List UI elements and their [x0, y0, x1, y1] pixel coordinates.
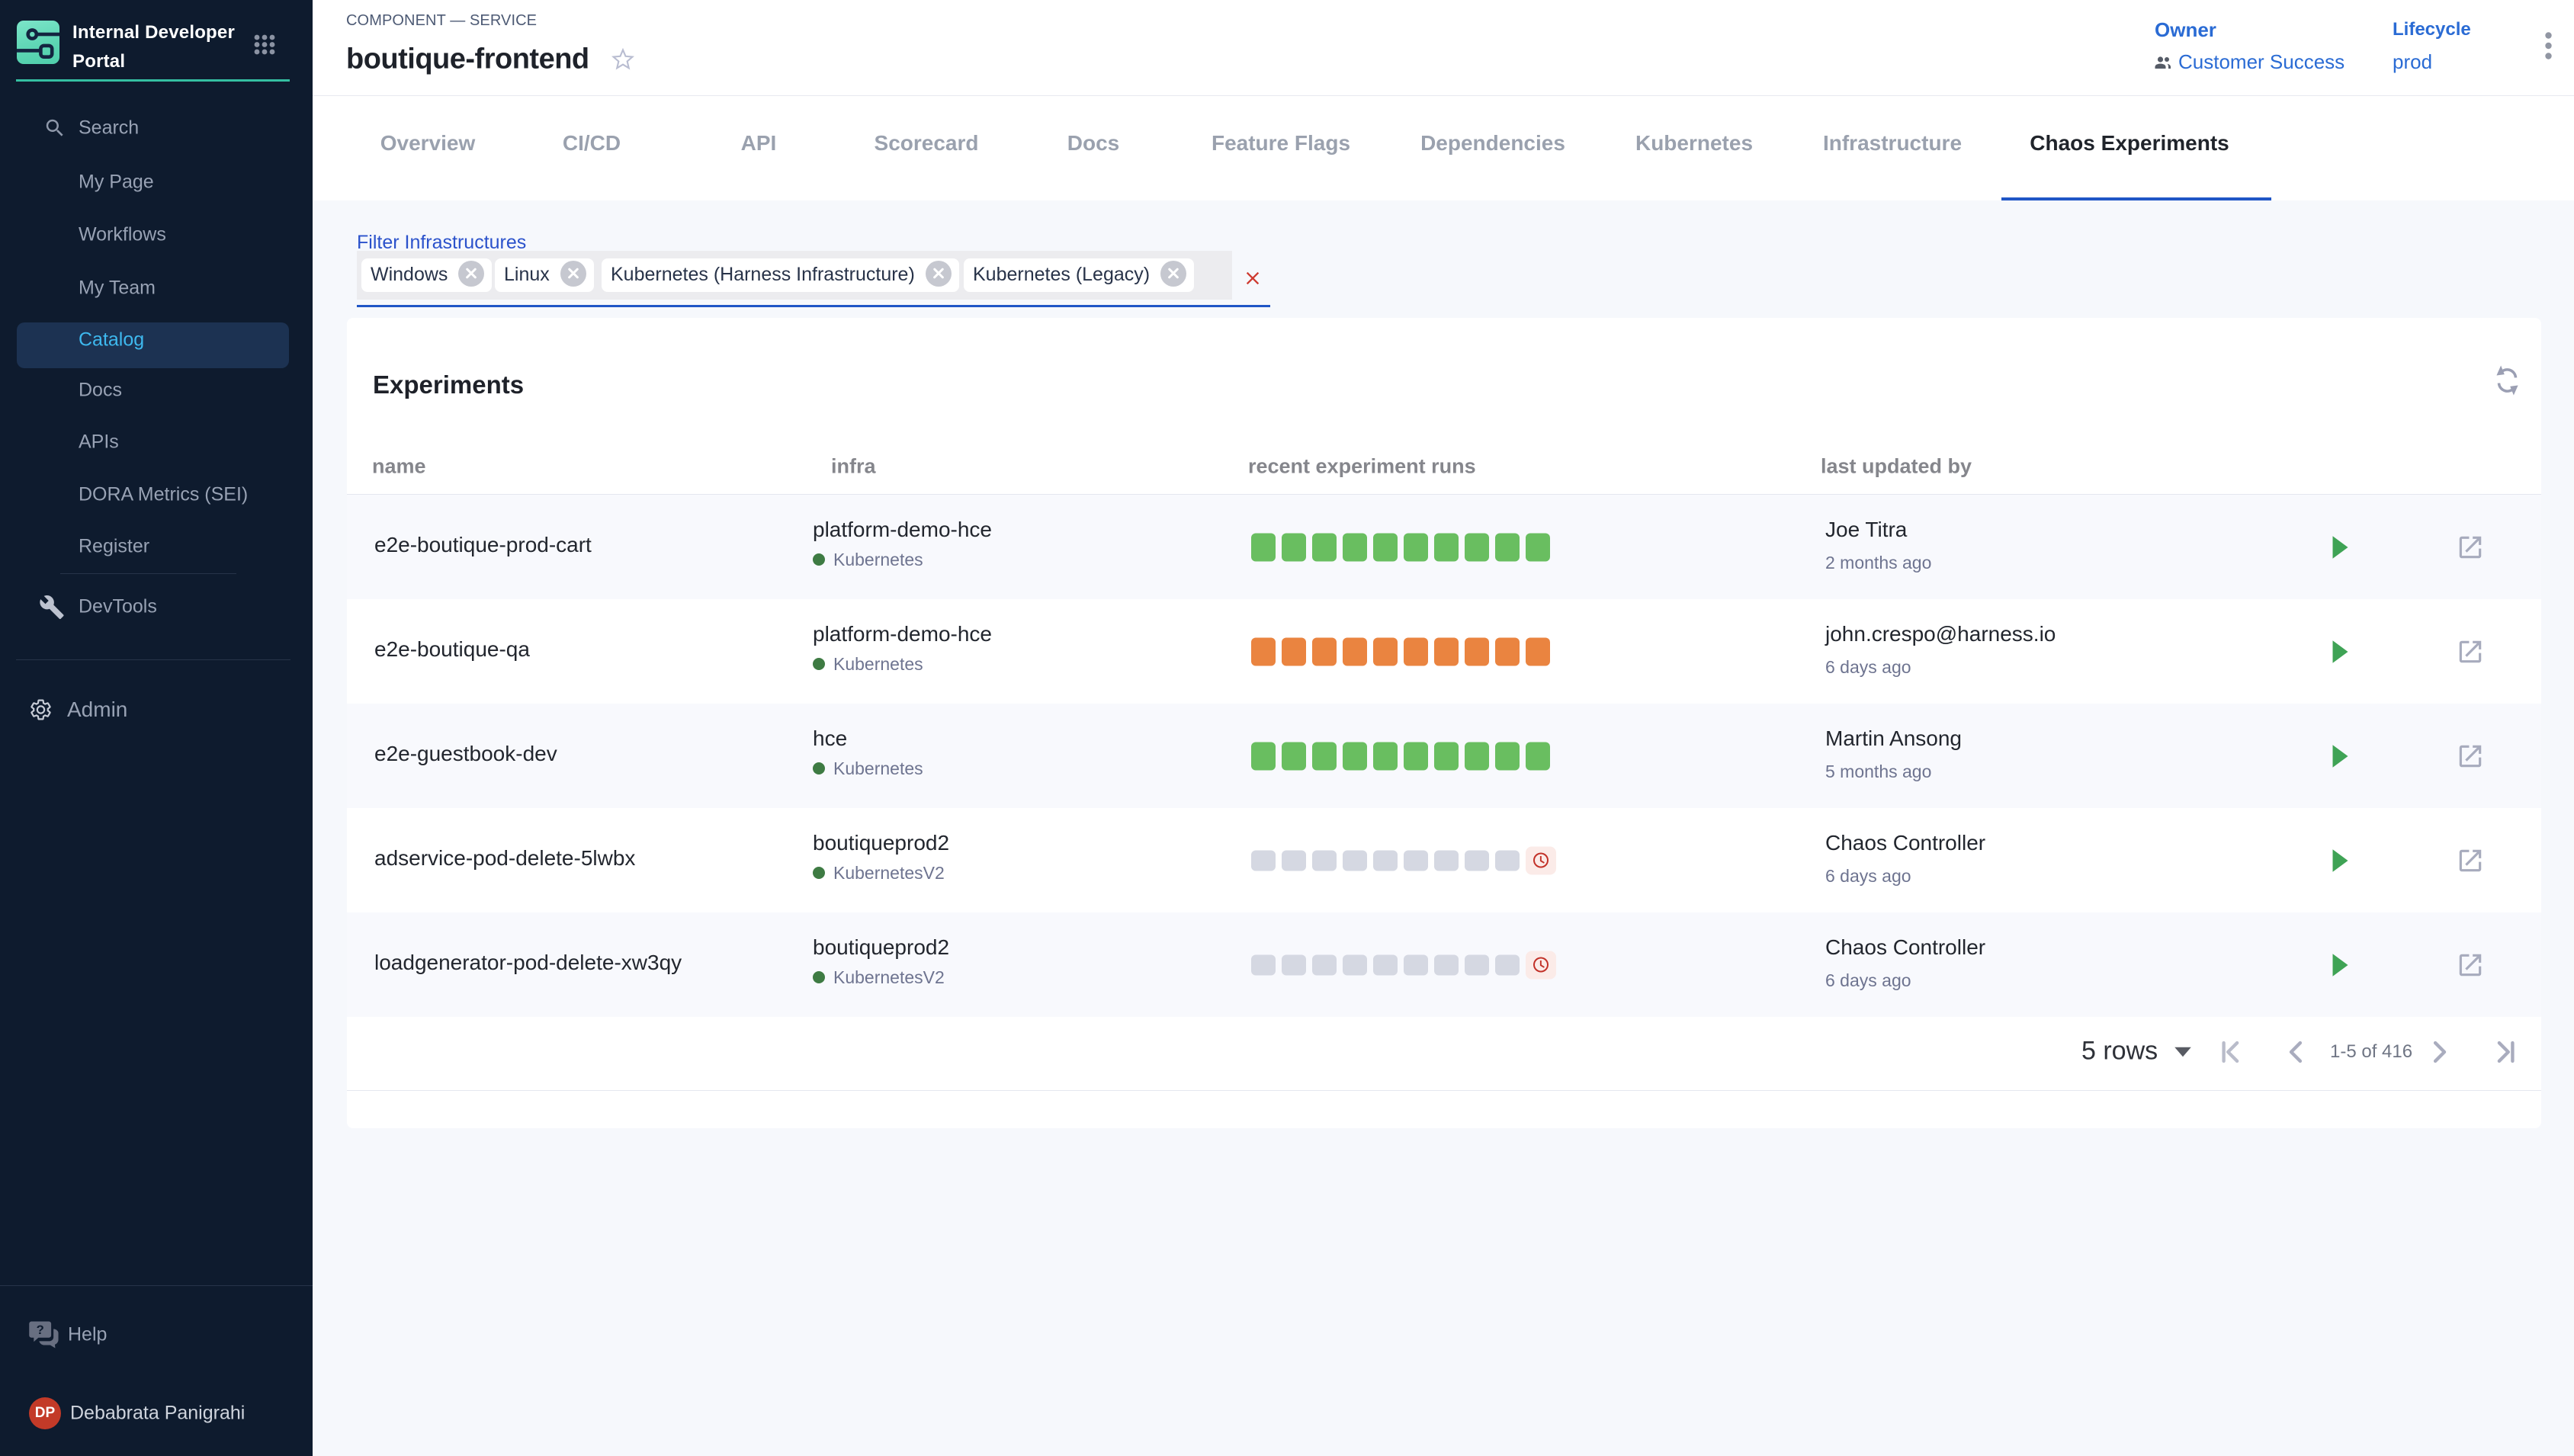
svg-text:?: ? — [37, 1323, 44, 1337]
